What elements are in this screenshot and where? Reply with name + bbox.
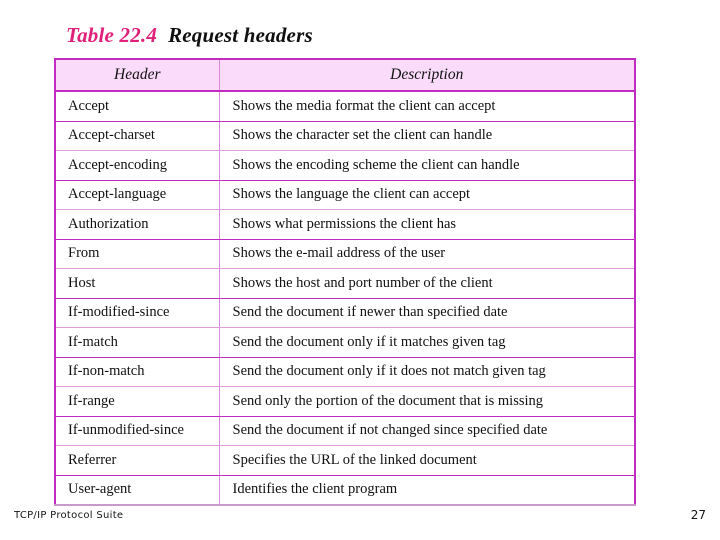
table-caption-label: Request headers [168, 23, 313, 47]
cell-header-name: From [54, 239, 220, 269]
table-row: User-agent Identifies the client program [54, 475, 636, 506]
table-row: Authorization Shows what permissions the … [54, 209, 636, 240]
cell-header-description: Send the document only if it matches giv… [219, 327, 636, 358]
cell-header-description: Identifies the client program [219, 475, 636, 506]
cell-header-name: If-unmodified-since [54, 416, 220, 446]
cell-header-name: If-match [54, 327, 220, 358]
cell-header-name: Authorization [54, 209, 220, 240]
cell-header-description: Specifies the URL of the linked document [219, 445, 636, 476]
table-head: Header Description [54, 58, 636, 92]
table-row: If-range Send only the portion of the doc… [54, 386, 636, 417]
cell-header-description: Shows the language the client can accept [219, 180, 636, 210]
cell-header-description: Shows what permissions the client has [219, 209, 636, 240]
cell-header-name: Accept-charset [54, 121, 220, 151]
cell-header-description: Shows the media format the client can ac… [219, 91, 636, 122]
cell-header-name: Accept-language [54, 180, 220, 210]
table-row: Accept Shows the media format the client … [54, 91, 636, 122]
table-row: If-unmodified-since Send the document if … [54, 416, 636, 446]
cell-header-name: If-range [54, 386, 220, 417]
table-row: Accept-encoding Shows the encoding scheme… [54, 150, 636, 181]
cell-header-name: Accept [54, 91, 220, 122]
cell-header-description: Send the document only if it does not ma… [219, 357, 636, 387]
table-row: Accept-charset Shows the character set th… [54, 121, 636, 151]
table-header-row: Header Description [54, 58, 636, 92]
table-row: If-modified-since Send the document if ne… [54, 298, 636, 328]
table-row: If-match Send the document only if it mat… [54, 327, 636, 358]
request-headers-table: Header Description Accept Shows the media… [54, 58, 636, 506]
cell-header-description: Shows the e-mail address of the user [219, 239, 636, 269]
cell-header-description: Shows the host and port number of the cl… [219, 268, 636, 299]
cell-header-description: Send the document if not changed since s… [219, 416, 636, 446]
cell-header-name: If-non-match [54, 357, 220, 387]
cell-header-name: Accept-encoding [54, 150, 220, 181]
table-row: From Shows the e-mail address of the user [54, 239, 636, 269]
request-headers-table-container: Header Description Accept Shows the media… [54, 58, 636, 506]
table-body: Accept Shows the media format the client … [54, 91, 636, 506]
cell-header-name: User-agent [54, 475, 220, 506]
footer-page-number: 27 [690, 508, 706, 522]
footer-source-label: TCP/IP Protocol Suite [14, 510, 124, 521]
cell-header-description: Send the document if newer than specifie… [219, 298, 636, 328]
cell-header-name: Referrer [54, 445, 220, 476]
page-title: Table 22.4 Request headers [66, 22, 313, 48]
cell-header-name: If-modified-since [54, 298, 220, 328]
cell-header-name: Host [54, 268, 220, 299]
table-row: Host Shows the host and port number of th… [54, 268, 636, 299]
table-number-label: Table 22.4 [66, 23, 158, 47]
cell-header-description: Shows the character set the client can h… [219, 121, 636, 151]
table-row: If-non-match Send the document only if it… [54, 357, 636, 387]
column-header-header: Header [54, 58, 220, 92]
table-row: Referrer Specifies the URL of the linked … [54, 445, 636, 476]
column-header-description: Description [219, 58, 636, 92]
table-row: Accept-language Shows the language the cl… [54, 180, 636, 210]
cell-header-description: Shows the encoding scheme the client can… [219, 150, 636, 181]
cell-header-description: Send only the portion of the document th… [219, 386, 636, 417]
